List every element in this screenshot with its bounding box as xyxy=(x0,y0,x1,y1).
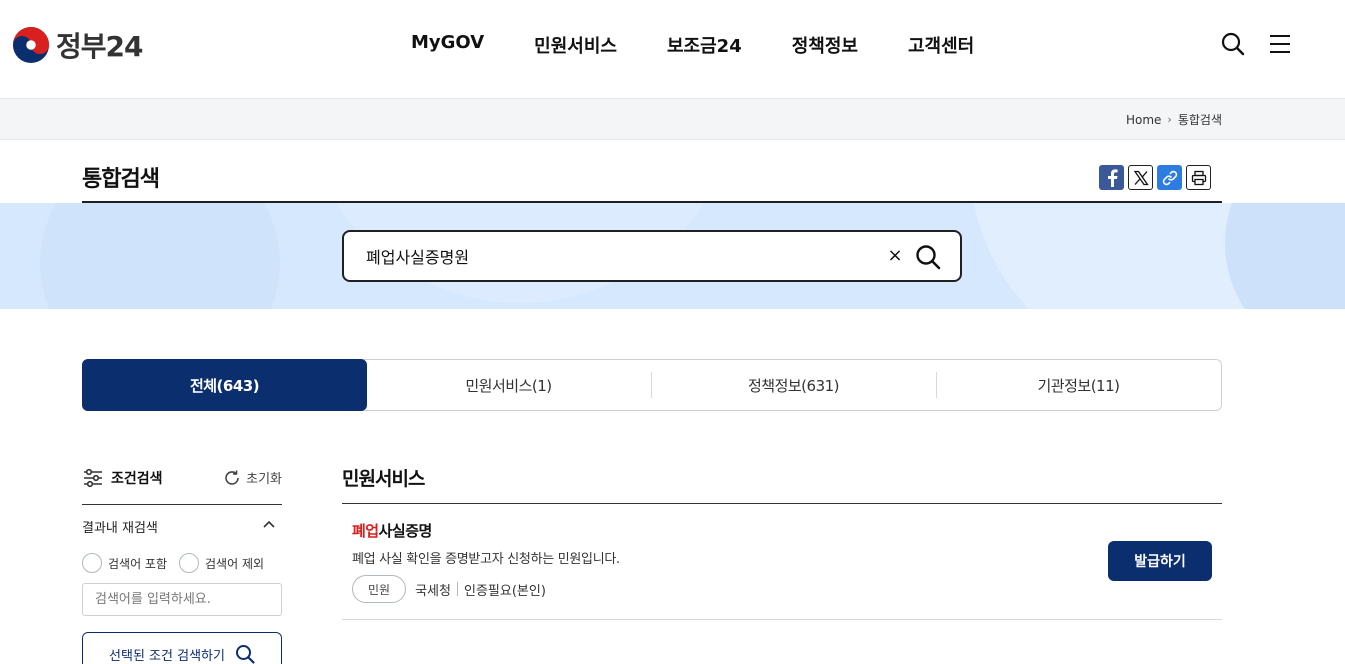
nav-item-mygov[interactable]: MyGOV xyxy=(411,32,484,58)
radio-exclude[interactable]: 검색어 제외 xyxy=(179,553,264,573)
print-icon[interactable] xyxy=(1186,165,1211,190)
result-meta: 민원 국세청 인증필요(본인) xyxy=(352,575,546,603)
search-box: × xyxy=(342,230,962,282)
radio-exclude-circle[interactable] xyxy=(179,553,200,573)
result-title-highlight: 폐업 xyxy=(352,522,379,540)
clear-icon[interactable]: × xyxy=(884,245,906,267)
result-item: 폐업사실증명 폐업 사실 확인을 증명받고자 신청하는 민원입니다. 민원 국세… xyxy=(342,504,1222,620)
share-buttons xyxy=(1099,165,1211,190)
filter-header: 조건검색 초기화 xyxy=(82,465,282,505)
tab-all[interactable]: 전체(643) xyxy=(82,359,367,411)
menu-icon[interactable] xyxy=(1267,31,1293,57)
nav-item-civil-service[interactable]: 민원서비스 xyxy=(534,32,617,58)
filter-title: 조건검색 xyxy=(82,467,163,489)
breadcrumb: Home › 통합검색 xyxy=(1126,111,1222,128)
refine-search-input[interactable] xyxy=(82,583,282,616)
result-title[interactable]: 폐업사실증명 xyxy=(352,520,432,541)
refine-search-section: 결과내 재검색 xyxy=(82,517,282,536)
link-icon[interactable] xyxy=(1157,165,1182,190)
nav-item-customer-center[interactable]: 고객센터 xyxy=(908,32,974,58)
search-input[interactable] xyxy=(366,244,866,268)
nav-item-policy[interactable]: 정책정보 xyxy=(792,32,858,58)
radio-include[interactable]: 검색어 포함 xyxy=(82,553,167,573)
filter-sliders-icon xyxy=(84,468,102,488)
results-section-title: 민원서비스 xyxy=(342,468,425,490)
chevron-right-icon: › xyxy=(1167,113,1172,126)
taegeuk-logo-icon xyxy=(12,26,50,64)
meta-divider xyxy=(456,582,458,596)
breadcrumb-band: Home › 통합검색 xyxy=(0,99,1345,140)
result-description: 폐업 사실 확인을 증명받고자 신청하는 민원입니다. xyxy=(352,552,620,567)
apply-filter-button[interactable]: 선택된 조건 검색하기 xyxy=(82,632,282,664)
result-tabs: 전체(643) 민원서비스(1) 정책정보(631) 기관정보(11) xyxy=(82,359,1222,411)
reset-label: 초기화 xyxy=(246,472,282,487)
main-nav: MyGOV 민원서비스 보조금24 정책정보 고객센터 xyxy=(411,32,974,58)
breadcrumb-home[interactable]: Home xyxy=(1126,113,1161,127)
radio-include-label: 검색어 포함 xyxy=(108,556,168,571)
site-header: 정부24 MyGOV 민원서비스 보조금24 정책정보 고객센터 xyxy=(0,0,1345,99)
tab-policy[interactable]: 정책정보(631) xyxy=(651,360,936,410)
site-logo[interactable]: 정부24 xyxy=(12,25,143,65)
page-title: 통합검색 xyxy=(82,167,160,192)
radio-exclude-label: 검색어 제외 xyxy=(205,556,265,571)
radio-include-circle[interactable] xyxy=(82,553,102,573)
breadcrumb-current: 통합검색 xyxy=(1177,113,1222,127)
issue-button[interactable]: 발급하기 xyxy=(1108,541,1212,581)
search-icon[interactable] xyxy=(914,243,942,271)
refresh-icon xyxy=(225,470,239,485)
refine-search-label: 결과내 재검색 xyxy=(82,521,158,536)
apply-filter-label: 선택된 조건 검색하기 xyxy=(109,648,225,664)
chevron-up-icon[interactable] xyxy=(262,517,276,531)
filter-title-label: 조건검색 xyxy=(111,471,163,487)
x-icon[interactable] xyxy=(1128,165,1153,190)
result-auth: 인증필요(본인) xyxy=(463,583,546,599)
search-icon xyxy=(235,645,255,664)
search-icon[interactable] xyxy=(1220,31,1246,57)
result-tag: 민원 xyxy=(352,575,407,603)
refine-options: 검색어 포함 검색어 제외 xyxy=(82,553,264,573)
reset-button[interactable]: 초기화 xyxy=(223,468,282,487)
result-title-rest: 사실증명 xyxy=(378,522,433,540)
tab-civil-service[interactable]: 민원서비스(1) xyxy=(366,360,651,410)
search-band: × xyxy=(0,203,1345,309)
tab-agency[interactable]: 기관정보(11) xyxy=(936,360,1221,410)
facebook-icon[interactable] xyxy=(1099,165,1124,190)
logo-text: 정부24 xyxy=(56,30,143,63)
result-agency: 국세청 xyxy=(415,583,451,599)
nav-item-subsidy[interactable]: 보조금24 xyxy=(667,32,742,58)
